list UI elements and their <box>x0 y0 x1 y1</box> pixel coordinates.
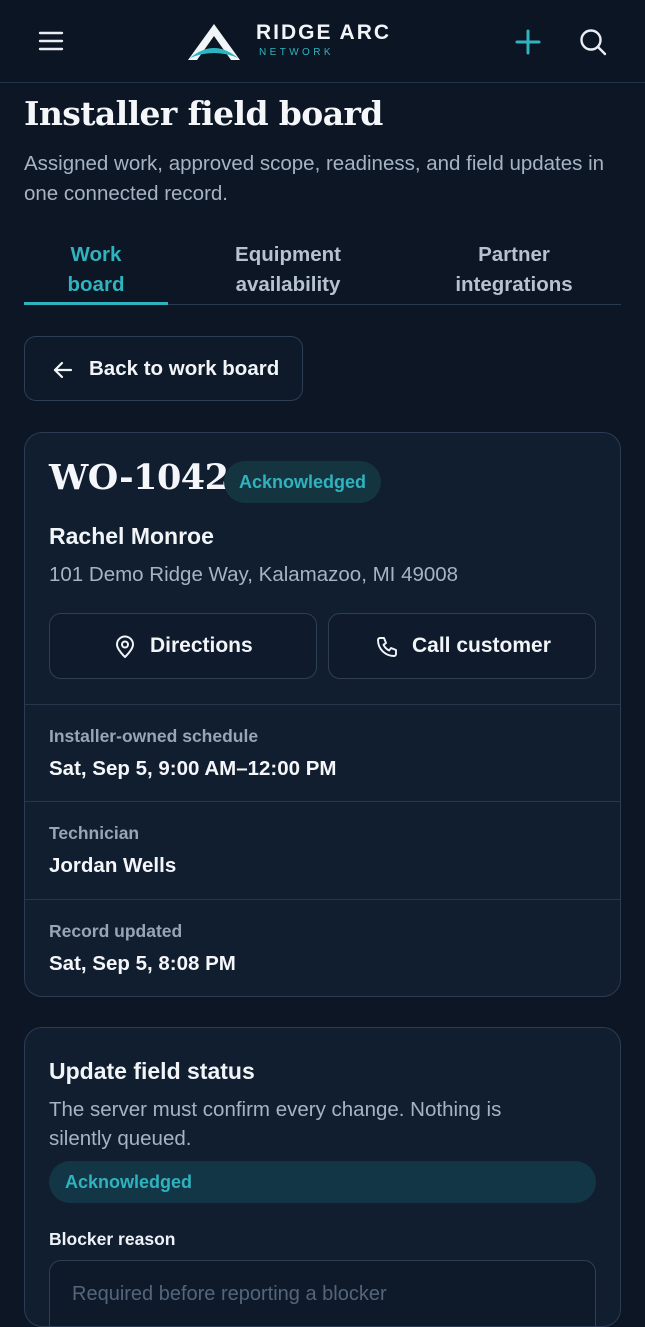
customer-name: Rachel Monroe <box>49 523 214 549</box>
tab-label: Partner integrations <box>455 243 573 296</box>
call-customer-button[interactable]: Call customer <box>328 613 596 679</box>
tab-work-board[interactable]: Work board <box>24 240 168 304</box>
record-updated-row: Record updated Sat, Sep 5, 8:08 PM <box>25 899 620 996</box>
schedule-row: Installer-owned schedule Sat, Sep 5, 9:0… <box>25 704 620 801</box>
tab-label: Equipment availability <box>235 243 341 296</box>
record-updated-value: Sat, Sep 5, 8:08 PM <box>49 952 236 975</box>
hamburger-menu-icon[interactable] <box>36 28 66 54</box>
technician-label: Technician <box>49 823 140 843</box>
directions-button[interactable]: Directions <box>49 613 317 679</box>
brand-subtitle: NETWORK <box>259 47 334 58</box>
technician-row: Technician Jordan Wells <box>25 801 620 898</box>
schedule-value: Sat, Sep 5, 9:00 AM–12:00 PM <box>49 757 337 780</box>
work-order-card: WO-1042 Acknowledged Rachel Monroe 101 D… <box>24 432 621 997</box>
directions-label: Directions <box>150 634 253 657</box>
arrow-left-icon <box>53 361 73 379</box>
work-order-id: WO-1042 <box>49 457 229 498</box>
update-field-status-card: Update field status The server must conf… <box>24 1027 621 1327</box>
blocker-reason-label: Blocker reason <box>49 1229 176 1249</box>
back-button-label: Back to work board <box>89 357 280 380</box>
status-select[interactable]: Acknowledged <box>49 1161 596 1203</box>
plus-icon[interactable] <box>514 28 542 56</box>
brand-logo[interactable]: RIDGE ARC NETWORK <box>184 20 404 64</box>
schedule-label: Installer-owned schedule <box>49 726 259 746</box>
brand-name: RIDGE ARC <box>256 21 392 44</box>
page-subtitle: Assigned work, approved scope, readiness… <box>24 152 605 205</box>
blocker-reason-input[interactable] <box>49 1260 596 1326</box>
search-icon[interactable] <box>578 27 608 57</box>
status-card-title: Update field status <box>49 1058 255 1084</box>
tab-label: Work board <box>67 243 125 296</box>
call-customer-label: Call customer <box>412 634 551 657</box>
status-badge: Acknowledged <box>224 461 381 503</box>
ridge-arc-logo-icon <box>188 24 240 60</box>
map-pin-icon <box>116 635 134 658</box>
tab-bar: Work board Equipment availability Partne… <box>24 240 621 305</box>
tab-partner-integrations[interactable]: Partner integrations <box>428 240 600 304</box>
phone-icon <box>377 637 397 657</box>
back-to-work-board-button[interactable]: Back to work board <box>24 336 303 401</box>
customer-address: 101 Demo Ridge Way, Kalamazoo, MI 49008 <box>49 563 459 586</box>
tab-equipment-availability[interactable]: Equipment availability <box>200 240 376 304</box>
active-tab-indicator <box>24 302 168 305</box>
top-navigation-bar: RIDGE ARC NETWORK <box>0 0 645 83</box>
page-title: Installer field board <box>24 94 383 133</box>
status-card-subtitle: The server must confirm every change. No… <box>49 1098 502 1150</box>
technician-value: Jordan Wells <box>49 854 177 877</box>
record-updated-label: Record updated <box>49 921 183 941</box>
